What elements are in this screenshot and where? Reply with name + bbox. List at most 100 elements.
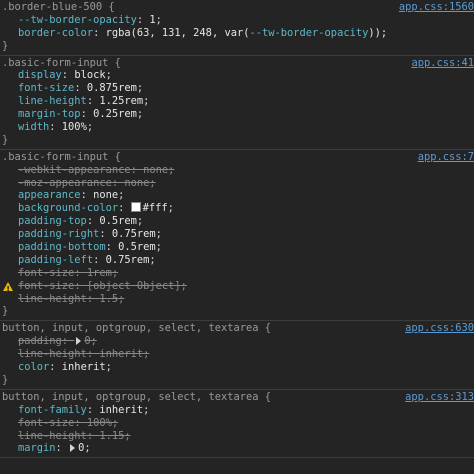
property-name[interactable]: -moz-appearance bbox=[18, 177, 112, 189]
css-declaration[interactable]: width: 100%; bbox=[0, 121, 474, 134]
property-name[interactable]: --tw-border-opacity bbox=[18, 14, 137, 26]
property-name[interactable]: line-height bbox=[18, 95, 87, 107]
css-declaration[interactable]: line-height: 1.5; bbox=[0, 293, 474, 306]
css-declaration[interactable]: background-color: #fff; bbox=[0, 202, 474, 215]
property-value[interactable]: 0.75rem bbox=[112, 228, 156, 240]
css-declaration[interactable]: padding-bottom: 0.5rem; bbox=[0, 241, 474, 254]
property-value[interactable]: block bbox=[74, 69, 105, 81]
semicolon: ; bbox=[167, 202, 174, 215]
css-declaration[interactable]: color: inherit; bbox=[0, 361, 474, 374]
expand-triangle-icon[interactable] bbox=[70, 444, 76, 453]
property-value[interactable]: none bbox=[124, 177, 149, 189]
css-declaration[interactable]: -webkit-appearance: none; bbox=[0, 164, 474, 177]
css-declaration[interactable]: display: block; bbox=[0, 69, 474, 82]
property-name[interactable]: color bbox=[18, 361, 49, 373]
colon: : bbox=[86, 348, 100, 361]
semicolon: ; bbox=[118, 292, 125, 305]
property-value[interactable]: 100% bbox=[87, 417, 112, 429]
property-value[interactable]: [object Object] bbox=[87, 280, 181, 292]
property-name[interactable]: padding-bottom bbox=[18, 241, 106, 253]
property-name[interactable]: border-color bbox=[18, 27, 93, 39]
property-value[interactable]: 0.25rem bbox=[93, 108, 137, 120]
property-value[interactable]: 1.15 bbox=[99, 430, 124, 442]
rule-selector[interactable]: .basic-form-input { bbox=[0, 57, 474, 70]
property-value[interactable]: none bbox=[93, 189, 118, 201]
property-name[interactable]: padding-top bbox=[18, 215, 87, 227]
property-name[interactable]: display bbox=[18, 69, 62, 81]
css-declaration[interactable]: padding: 0; bbox=[0, 335, 474, 348]
semicolon: ; bbox=[168, 163, 175, 176]
property-name[interactable]: line-height bbox=[18, 293, 87, 305]
property-value[interactable]: 0.5rem bbox=[118, 241, 156, 253]
css-declaration[interactable]: appearance: none; bbox=[0, 189, 474, 202]
source-link[interactable]: app.css:41 bbox=[411, 57, 474, 70]
css-declaration[interactable]: -moz-appearance: none; bbox=[0, 177, 474, 190]
property-name[interactable]: appearance bbox=[18, 189, 81, 201]
css-variable[interactable]: --tw-border-opacity bbox=[249, 27, 368, 39]
property-name[interactable]: margin bbox=[18, 442, 56, 454]
property-value[interactable]: inherit bbox=[99, 404, 143, 416]
property-name[interactable]: padding bbox=[18, 335, 62, 347]
css-declaration[interactable]: font-size: 1rem; bbox=[0, 267, 474, 280]
property-value[interactable]: inherit bbox=[99, 348, 143, 360]
semicolon: ; bbox=[155, 228, 162, 241]
property-value[interactable]: 1rem bbox=[87, 267, 112, 279]
colon: : bbox=[86, 429, 100, 442]
semicolon: ; bbox=[136, 108, 144, 121]
property-value[interactable]: 0.5rem bbox=[99, 215, 137, 227]
source-link[interactable]: app.css:1560 bbox=[399, 1, 474, 14]
color-swatch[interactable] bbox=[130, 202, 141, 213]
colon: : bbox=[49, 361, 62, 374]
property-name[interactable]: padding-right bbox=[18, 228, 99, 240]
source-link[interactable]: app.css:7 bbox=[418, 151, 474, 164]
property-name[interactable]: font-size bbox=[18, 82, 74, 94]
source-link[interactable]: app.css:313 bbox=[405, 391, 474, 404]
property-name[interactable]: font-size bbox=[18, 417, 74, 429]
property-value[interactable]: 1.5 bbox=[99, 293, 118, 305]
css-declaration[interactable]: font-size: 100%; bbox=[0, 417, 474, 430]
property-name[interactable]: line-height bbox=[18, 430, 87, 442]
property-value[interactable]: 1.25rem bbox=[99, 95, 143, 107]
rule-selector[interactable]: button, input, optgroup, select, textare… bbox=[0, 391, 474, 404]
css-declaration[interactable]: padding-left: 0.75rem; bbox=[0, 254, 474, 267]
css-declaration[interactable]: --tw-border-opacity: 1; bbox=[0, 14, 474, 27]
rule-selector[interactable]: .basic-form-input { bbox=[0, 151, 474, 164]
property-value[interactable]: 0.75rem bbox=[106, 254, 150, 266]
property-value[interactable]: rgba(63, 131, 248, var( bbox=[106, 27, 250, 39]
css-declaration[interactable]: line-height: 1.25rem; bbox=[0, 95, 474, 108]
property-name[interactable]: background-color bbox=[18, 202, 118, 214]
css-declaration[interactable]: padding-right: 0.75rem; bbox=[0, 228, 474, 241]
property-name[interactable]: margin-top bbox=[18, 108, 81, 120]
property-name[interactable]: -webkit-appearance bbox=[18, 164, 131, 176]
css-declaration[interactable]: margin: 0; bbox=[0, 442, 474, 455]
property-value[interactable]: 0.875rem bbox=[87, 82, 137, 94]
css-declaration[interactable]: font-size: 0.875rem; bbox=[0, 82, 474, 95]
css-declaration[interactable]: font-family: inherit; bbox=[0, 404, 474, 417]
property-name[interactable]: font-size bbox=[18, 280, 74, 292]
property-name[interactable]: width bbox=[18, 121, 49, 133]
css-declaration[interactable]: padding-top: 0.5rem; bbox=[0, 215, 474, 228]
colon: : bbox=[130, 163, 144, 176]
source-link[interactable]: app.css:630 bbox=[405, 322, 474, 335]
css-declaration[interactable]: line-height: inherit; bbox=[0, 348, 474, 361]
colon: : bbox=[136, 13, 150, 26]
css-declaration[interactable]: border-color: rgba(63, 131, 248, var(--t… bbox=[0, 27, 474, 40]
property-value[interactable]: inherit bbox=[62, 361, 106, 373]
property-name[interactable]: line-height bbox=[18, 348, 87, 360]
property-name[interactable]: font-size bbox=[18, 267, 74, 279]
property-value[interactable]: 100% bbox=[62, 121, 87, 133]
css-declaration[interactable]: font-size: [object Object]; bbox=[0, 280, 474, 293]
expand-triangle-icon[interactable] bbox=[76, 337, 82, 346]
semicolon: ; bbox=[105, 69, 112, 82]
property-name[interactable]: padding-left bbox=[18, 254, 93, 266]
colon: : bbox=[111, 176, 125, 189]
css-declaration[interactable]: margin-top: 0.25rem; bbox=[0, 108, 474, 121]
colon: : bbox=[61, 335, 75, 348]
property-name[interactable]: font-family bbox=[18, 404, 87, 416]
semicolon: ; bbox=[84, 442, 91, 455]
property-value[interactable]: #fff bbox=[143, 202, 168, 214]
css-declaration[interactable]: line-height: 1.15; bbox=[0, 430, 474, 443]
warning-icon bbox=[3, 281, 13, 293]
property-value[interactable]: none bbox=[143, 164, 168, 176]
rule-selector[interactable]: button, input, optgroup, select, textare… bbox=[0, 322, 474, 335]
